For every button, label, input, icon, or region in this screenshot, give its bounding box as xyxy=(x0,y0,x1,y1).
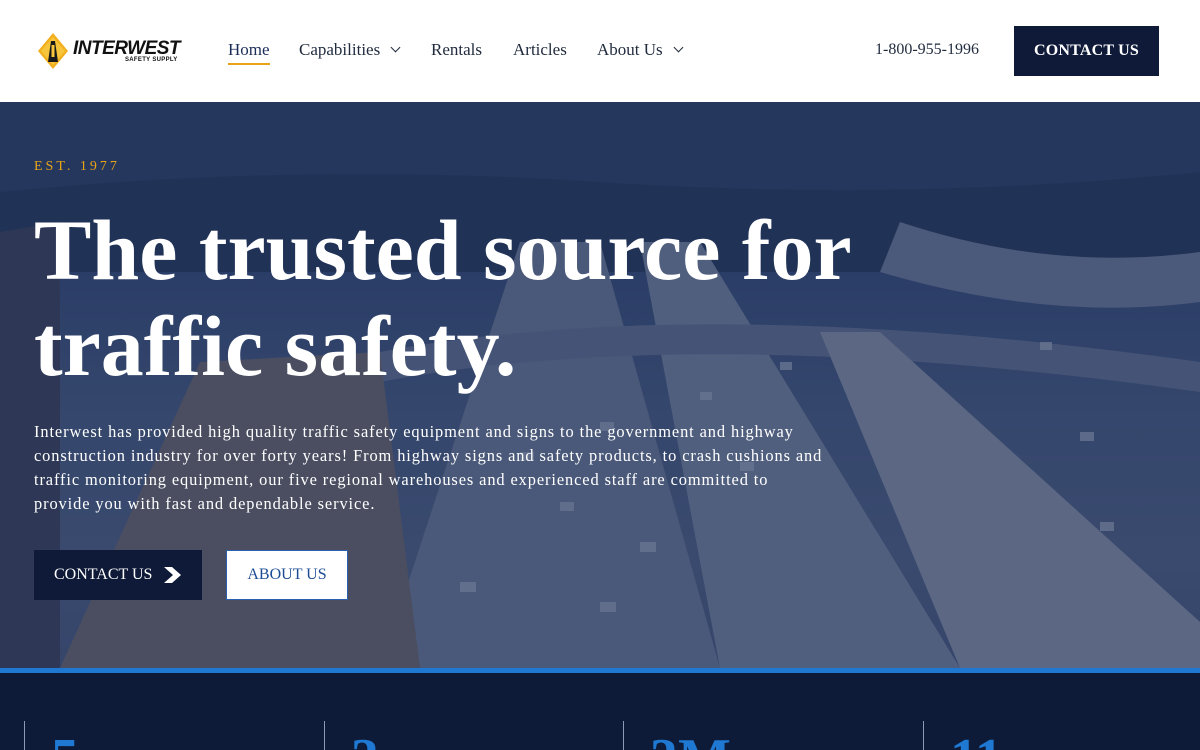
hero-contact-button[interactable]: CONTACT US xyxy=(34,550,202,600)
header-contact-button[interactable]: CONTACT US xyxy=(1014,26,1159,76)
chevron-down-icon xyxy=(673,42,684,53)
site-header: INTERWEST SAFETY SUPPLY Home Capabilitie… xyxy=(0,0,1200,102)
logo-tagline: SAFETY SUPPLY xyxy=(125,57,178,63)
stats-section: 5 3 3M 11 xyxy=(0,673,1200,750)
nav-item-home[interactable]: Home xyxy=(228,40,270,65)
nav-item-rentals[interactable]: Rentals xyxy=(431,40,482,60)
nav-item-label: Rentals xyxy=(431,40,482,59)
hero-eyebrow: EST. 1977 xyxy=(34,159,120,174)
stat-value: 3 xyxy=(351,731,379,750)
phone-link[interactable]: 1-800-955-1996 xyxy=(875,41,979,59)
stat-item: 11 xyxy=(923,721,1003,750)
nav-item-about-us[interactable]: About Us xyxy=(597,40,684,60)
stat-value: 3M xyxy=(650,731,731,750)
nav-item-label: About Us xyxy=(597,40,663,59)
stat-value: 11 xyxy=(950,731,1003,750)
cone-road-icon xyxy=(38,33,68,69)
hero-title: The trusted source for traffic safety. xyxy=(34,202,851,394)
nav-item-label: Articles xyxy=(513,40,567,59)
chevron-right-icon xyxy=(164,567,181,583)
nav-item-label: Home xyxy=(228,40,270,59)
hero-section: EST. 1977 The trusted source for traffic… xyxy=(0,102,1200,668)
hero-contact-label: CONTACT US xyxy=(54,566,153,583)
chevron-down-icon xyxy=(390,42,401,53)
site-logo[interactable]: INTERWEST SAFETY SUPPLY xyxy=(35,32,185,70)
hero-description: Interwest has provided high quality traf… xyxy=(34,422,823,513)
stat-item: 3 xyxy=(324,721,379,750)
nav-item-articles[interactable]: Articles xyxy=(513,40,567,60)
hero-about-button[interactable]: ABOUT US xyxy=(226,550,348,600)
stat-item: 5 xyxy=(24,721,79,750)
nav-item-label: Capabilities xyxy=(299,40,381,59)
stat-item: 3M xyxy=(623,721,731,750)
nav-item-capabilities[interactable]: Capabilities xyxy=(299,40,401,60)
stat-value: 5 xyxy=(51,731,79,750)
